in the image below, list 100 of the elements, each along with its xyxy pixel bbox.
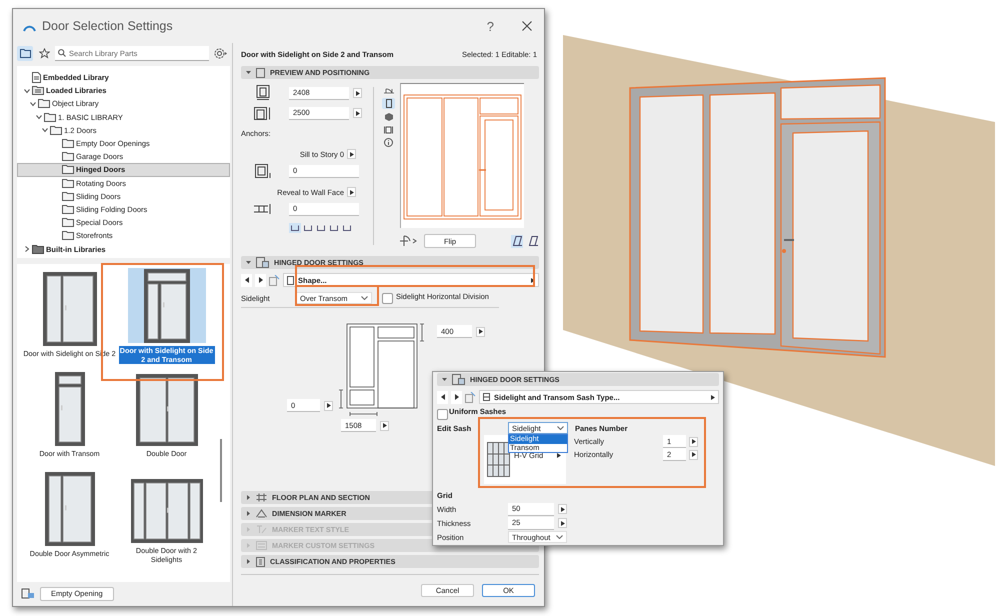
anchor-button[interactable] — [315, 223, 327, 233]
checkbox[interactable] — [437, 408, 448, 420]
checkbox[interactable] — [382, 292, 393, 304]
folder-icon — [62, 192, 74, 201]
triangle-down-icon[interactable] — [246, 70, 251, 75]
marker-icon — [256, 541, 267, 550]
folder-icon — [44, 112, 56, 122]
view-button[interactable] — [382, 137, 395, 148]
triangle-right-icon — [258, 277, 262, 283]
door-settings-icon — [452, 374, 465, 385]
arrow-button[interactable] — [324, 400, 333, 410]
view-button[interactable] — [382, 111, 395, 122]
chevron-down-icon[interactable] — [42, 127, 48, 134]
folder-icon — [38, 99, 50, 108]
door-picture — [136, 374, 198, 446]
triangle-right-icon — [356, 90, 360, 96]
caret-icon — [556, 535, 563, 539]
triangle-right-icon — [350, 152, 354, 156]
folder-icon — [32, 244, 44, 254]
triangle-right-icon — [478, 329, 482, 334]
arrow-button[interactable] — [558, 504, 567, 514]
arrow-button[interactable] — [689, 450, 698, 460]
previous-button[interactable] — [437, 390, 448, 404]
arrow-button[interactable] — [353, 108, 362, 118]
triangle-right-icon[interactable] — [246, 511, 251, 516]
triangle-right-icon — [326, 403, 330, 408]
triangle-right-icon — [382, 423, 386, 428]
next-button[interactable] — [451, 390, 462, 404]
door-height-icon — [254, 106, 272, 120]
folder-icon — [50, 126, 62, 135]
mode-button[interactable] — [511, 234, 523, 248]
triangle-right-icon — [454, 394, 458, 400]
scrollbar-thumb[interactable] — [220, 439, 222, 502]
triangle-down-icon[interactable] — [442, 377, 447, 382]
folder-icon — [62, 218, 74, 228]
anchor-button[interactable] — [341, 223, 353, 233]
previous-button[interactable] — [241, 274, 252, 286]
section-view-icon — [384, 126, 393, 134]
close-icon[interactable] — [522, 21, 532, 31]
search-icon — [58, 49, 66, 57]
arrow-button[interactable] — [380, 420, 389, 430]
view-button[interactable] — [382, 98, 395, 109]
view-button[interactable] — [382, 124, 395, 135]
triangle-right-icon — [711, 394, 715, 400]
grid-icon — [483, 393, 490, 401]
arrow-button[interactable] — [476, 326, 485, 336]
mode-button[interactable] — [527, 234, 539, 248]
settings-button[interactable] — [212, 46, 228, 61]
plan-view-icon — [384, 86, 394, 94]
chevron-down-icon[interactable] — [24, 88, 30, 94]
window-grid-icon — [487, 442, 510, 477]
star-icon — [38, 48, 50, 59]
folder-tab[interactable] — [17, 46, 33, 61]
dimension-icon — [256, 509, 267, 518]
caret-icon — [557, 426, 564, 430]
door-width-icon — [256, 85, 270, 101]
help-button[interactable]: ? — [486, 18, 494, 34]
arrow-button[interactable] — [689, 436, 698, 446]
anchor-button[interactable] — [302, 223, 314, 233]
chevron-down-icon[interactable] — [30, 100, 36, 107]
folder-icon — [62, 204, 74, 214]
document-icon — [32, 72, 41, 84]
caret-icon — [361, 296, 368, 300]
door-frame-icon — [256, 68, 265, 78]
window-title: Door Selection Settings — [42, 19, 174, 33]
triangle-right-icon — [557, 453, 562, 458]
door-picture — [130, 479, 202, 543]
triangle-down-icon[interactable] — [246, 260, 251, 265]
triangle-right-icon[interactable] — [246, 559, 251, 564]
triangle-right-icon — [692, 439, 696, 444]
anchor-button[interactable] — [328, 223, 340, 233]
triangle-left-icon — [440, 394, 444, 400]
chevron-down-icon[interactable] — [36, 114, 42, 120]
next-button[interactable] — [255, 274, 266, 286]
folder-icon — [62, 231, 74, 240]
triangle-right-icon[interactable] — [246, 495, 251, 500]
door-leaf-icon — [512, 236, 522, 246]
folder-icon — [62, 178, 74, 188]
settings-icon — [214, 48, 226, 59]
favorites-tab[interactable] — [36, 46, 52, 61]
floor-plan-icon — [256, 493, 267, 502]
info-icon — [384, 138, 393, 147]
triangle-right-icon — [560, 520, 564, 526]
door-leaf-icon — [528, 236, 538, 246]
folder-icon — [62, 139, 74, 148]
arrow-button[interactable] — [558, 518, 567, 528]
triangle-right-icon — [560, 506, 564, 512]
door-settings-icon — [256, 257, 269, 268]
folder-icon — [62, 165, 74, 174]
triangle-right-icon — [356, 110, 360, 116]
anchor-button[interactable] — [289, 223, 301, 233]
triangle-right-icon — [350, 190, 354, 194]
text-style-icon — [256, 525, 267, 534]
folder-icon — [20, 49, 30, 58]
arrow-button[interactable] — [347, 187, 356, 197]
arrow-button[interactable] — [353, 88, 362, 98]
triangle-right-icon — [531, 278, 535, 282]
triangle-left-icon — [244, 277, 248, 283]
chevron-right-icon[interactable] — [24, 246, 30, 252]
arrow-button[interactable] — [347, 149, 356, 159]
